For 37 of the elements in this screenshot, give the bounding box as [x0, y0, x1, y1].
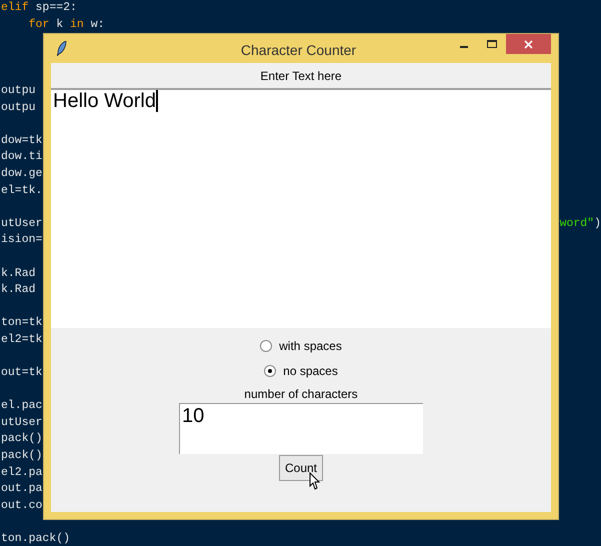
- code-line: el.pac: [1, 398, 42, 414]
- text-area[interactable]: Hello World: [51, 88, 551, 328]
- code-line: out.pa: [1, 481, 42, 498]
- code-line: outpu: [1, 82, 36, 99]
- code-line: pack(): [1, 431, 42, 448]
- code-line: dow.ge: [1, 166, 42, 182]
- text-area-value: Hello World: [53, 90, 156, 112]
- code-line: el=tk.: [1, 182, 42, 199]
- code-line: k.Rad: [1, 282, 36, 298]
- code-line: ton.pack(): [1, 531, 70, 546]
- result-label: number of characters: [244, 386, 358, 403]
- code-line: dow.ti: [1, 149, 42, 166]
- code-line: k.Rad: [1, 266, 36, 282]
- code-line: el2.pa: [1, 464, 42, 481]
- feather-icon: [57, 41, 67, 56]
- code-line: utUser: [1, 414, 42, 431]
- close-button[interactable]: [506, 34, 551, 54]
- radio-option[interactable]: with spaces: [260, 333, 342, 358]
- code-line: elif sp==2:: [1, 0, 77, 16]
- code-line: utUser: [1, 216, 42, 232]
- result-field[interactable]: 10: [179, 403, 423, 454]
- code-line: dow=tk: [1, 132, 42, 149]
- window-title: Character Counter: [240, 41, 356, 60]
- code-line: pack(): [1, 448, 42, 464]
- code-line: out=tk: [1, 365, 42, 382]
- code-text-fragment: word"): [560, 216, 601, 232]
- input-label: Enter Text here: [260, 68, 342, 84]
- mouse-pointer-icon: [309, 472, 321, 490]
- radio-option[interactable]: no spaces: [264, 358, 338, 383]
- code-line: ision=: [1, 232, 42, 248]
- code-line: outpu: [1, 100, 36, 116]
- code-line: out.co: [1, 498, 42, 514]
- code-line: for k in w:: [28, 16, 105, 33]
- close-icon: [524, 40, 533, 48]
- code-line: ton=tk: [1, 315, 42, 332]
- count-button[interactable]: Count: [279, 455, 323, 481]
- code-line: el2=tk: [1, 332, 42, 348]
